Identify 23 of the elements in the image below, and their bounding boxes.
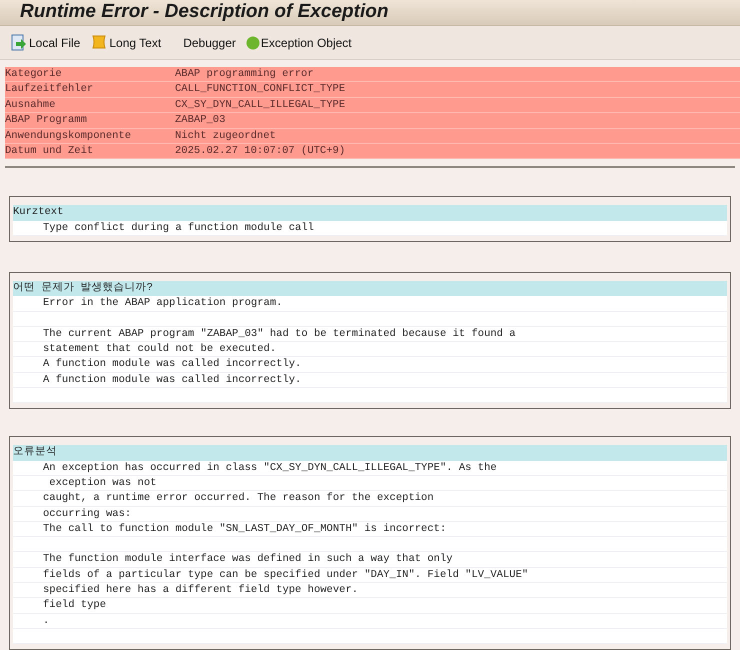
field-label: Anwendungskomponente [5,128,132,143]
window-title: Runtime Error - Description of Exception [20,0,388,24]
field-value: Nicht zugeordnet [175,128,276,143]
field-label: ABAP Programm [5,113,88,128]
document-arrow-icon [10,34,28,52]
field-value: CALL_FUNCTION_CONFLICT_TYPE [175,82,346,97]
field-value: ABAP programming error [175,67,314,82]
section-heading: Kurztext [13,205,727,221]
scroll-icon [90,34,108,51]
section-heading: 오류분석 [13,445,727,461]
toolbar-button[interactable]: Debugger [169,30,238,54]
field-label: Kategorie [5,67,63,82]
status-dot-icon [246,36,260,50]
toolbar-button[interactable]: Local File [8,30,82,54]
toolbar-button[interactable]: Exception Object [244,30,354,54]
field-label: Laufzeitfehler [5,82,94,97]
field-label: Datum und Zeit [5,144,94,158]
field-value: ZABAP_03 [175,113,226,128]
field-value: CX_SY_DYN_CALL_ILLEGAL_TYPE [175,98,346,112]
toolbar-button[interactable]: Long Text [88,30,164,54]
section-heading: 어떤 문제가 발생했습니까? [13,280,727,296]
field-label: Ausnahme [5,98,56,112]
field-value: 2025.02.27 10:07:07 (UTC+9) [175,144,346,158]
